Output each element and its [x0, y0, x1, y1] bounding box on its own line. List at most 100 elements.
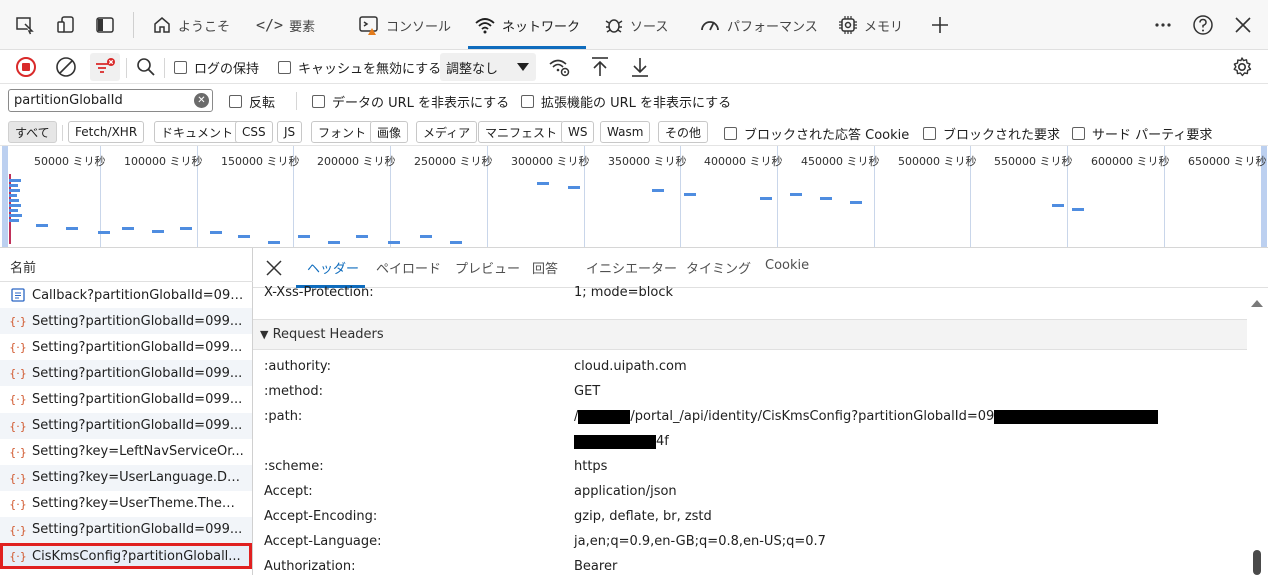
type-filter-font[interactable]: フォント: [311, 121, 374, 143]
type-filter-other[interactable]: その他: [658, 121, 709, 143]
request-row[interactable]: {·} Setting?key=LeftNavServiceOr...: [0, 439, 252, 465]
header-value: cloud.uipath.com: [574, 359, 687, 374]
type-filter-wasm[interactable]: Wasm: [600, 121, 651, 143]
checkbox-box[interactable]: [521, 95, 534, 108]
overview-window-left[interactable]: [2, 146, 8, 247]
console-icon: [359, 16, 378, 35]
disable-cache-checkbox[interactable]: キャッシュを無効にする: [278, 53, 441, 81]
request-headers-section[interactable]: ▼ Request Headers: [253, 319, 1247, 350]
preserve-log-checkbox[interactable]: ログの保持: [174, 53, 259, 81]
scrollbar-thumb[interactable]: [1253, 550, 1261, 575]
checkbox-box[interactable]: [229, 95, 242, 108]
export-har-icon[interactable]: [626, 53, 654, 81]
clear-log-icon[interactable]: [52, 53, 80, 81]
request-row[interactable]: {·} Setting?partitionGlobalId=099...: [0, 386, 252, 412]
close-details-icon[interactable]: [265, 259, 283, 281]
filter-input-value[interactable]: partitionGlobalId: [14, 93, 123, 108]
checkbox-box[interactable]: [923, 127, 936, 140]
record-stop-icon[interactable]: [12, 53, 40, 81]
tab-console[interactable]: コンソール: [352, 6, 457, 44]
type-filter-image[interactable]: 画像: [370, 121, 409, 143]
details-tab-response[interactable]: 回答: [532, 258, 558, 277]
device-emulation-icon[interactable]: [53, 12, 79, 38]
request-row[interactable]: {·} Setting?key=UserTheme.Them...: [0, 491, 252, 517]
details-tab-cookies[interactable]: Cookie: [765, 258, 809, 273]
scroll-up-arrow-icon[interactable]: [1250, 298, 1264, 308]
filter-input[interactable]: partitionGlobalId ✕: [8, 89, 213, 112]
hide-data-urls-checkbox[interactable]: データの URL を非表示にする: [312, 92, 509, 111]
tab-label: メモリ: [864, 19, 904, 35]
request-row[interactable]: Callback?partitionGlobalId=099...: [0, 282, 252, 308]
timeline-request-bar: [684, 193, 696, 196]
type-filter-fetch-xhr[interactable]: Fetch/XHR: [68, 121, 145, 143]
tab-sources[interactable]: ソース: [598, 6, 674, 44]
details-tab-timing[interactable]: タイミング: [686, 258, 751, 277]
caret-down-icon: [517, 63, 529, 71]
throttling-select[interactable]: 調整なし: [440, 53, 536, 81]
svg-text:{·}: {·}: [10, 393, 26, 406]
throttling-value: 調整なし: [446, 61, 499, 77]
network-conditions-icon[interactable]: [546, 53, 574, 81]
network-overview-timeline[interactable]: 50000 ミリ秒 100000 ミリ秒 150000 ミリ秒 200000 ミ…: [0, 146, 1268, 248]
timeline-request-bar: [9, 184, 18, 187]
network-toolbar: ログの保持 キャッシュを無効にする 調整なし: [0, 50, 1268, 84]
type-filter-js[interactable]: JS: [277, 121, 303, 143]
request-row[interactable]: {·} Setting?key=UserLanguage.Da...: [0, 464, 252, 491]
timeline-request-bar: [9, 189, 20, 192]
more-options-icon[interactable]: [1150, 12, 1176, 38]
wifi-icon: [475, 18, 495, 34]
details-tab-payload[interactable]: ペイロード: [376, 258, 441, 277]
tab-elements[interactable]: </> 要素: [250, 6, 321, 44]
type-filter-all[interactable]: すべて: [8, 121, 57, 143]
tab-performance[interactable]: パフォーマンス: [693, 6, 824, 44]
details-tab-preview[interactable]: プレビュー: [455, 258, 520, 277]
add-tab-icon[interactable]: [927, 12, 953, 38]
invert-checkbox[interactable]: 反転: [229, 92, 275, 111]
checkbox-box[interactable]: [174, 60, 187, 74]
header-name: Accept-Language:: [264, 534, 382, 549]
timeline-tick-label: 450000 ミリ秒: [801, 155, 880, 168]
blocked-requests-checkbox[interactable]: ブロックされた要求: [923, 124, 1060, 143]
dock-panel-icon[interactable]: [92, 12, 118, 38]
hide-extension-urls-checkbox[interactable]: 拡張機能の URL を非表示にする: [521, 92, 731, 111]
request-name: Setting?key=LeftNavServiceOr...: [32, 444, 244, 460]
timeline-request-bar: [9, 199, 19, 202]
close-devtools-icon[interactable]: [1230, 12, 1256, 38]
third-party-checkbox[interactable]: サード パーティ要求: [1072, 124, 1212, 143]
filter-toggle-icon[interactable]: [90, 53, 120, 81]
request-name: Setting?partitionGlobalId=099...: [32, 522, 243, 538]
tab-network[interactable]: ネットワーク: [468, 6, 587, 49]
request-row[interactable]: {·} Setting?partitionGlobalId=099...: [0, 360, 252, 387]
tab-memory[interactable]: メモリ: [832, 6, 909, 44]
name-column-header[interactable]: 名前: [0, 248, 253, 282]
request-row[interactable]: {·} Setting?partitionGlobalId=099...: [0, 412, 252, 439]
type-filter-manifest[interactable]: マニフェスト: [478, 121, 565, 143]
settings-gear-icon[interactable]: [1228, 53, 1256, 81]
type-filter-ws[interactable]: WS: [561, 121, 595, 143]
details-tab-headers[interactable]: ヘッダー: [307, 258, 359, 277]
checkbox-box[interactable]: [724, 127, 737, 140]
type-filter-css[interactable]: CSS: [235, 121, 273, 143]
type-filter-document[interactable]: ドキュメント: [154, 121, 241, 143]
checkbox-box[interactable]: [278, 60, 291, 74]
timeline-request-bar: [9, 219, 19, 222]
checkbox-box[interactable]: [1072, 127, 1085, 140]
inspect-element-icon[interactable]: [12, 12, 38, 38]
path-segment: 4f: [656, 434, 669, 449]
details-scrollbar[interactable]: [1247, 292, 1268, 575]
import-har-icon[interactable]: [586, 53, 614, 81]
request-row[interactable]: {·} Setting?partitionGlobalId=099...: [0, 334, 252, 360]
tab-welcome[interactable]: ようこそ: [146, 6, 236, 44]
redacted-block: [578, 409, 631, 424]
type-filter-media[interactable]: メディア: [416, 121, 478, 143]
blocked-cookies-checkbox[interactable]: ブロックされた応答 Cookie: [724, 124, 909, 143]
request-row[interactable]: {·} Setting?partitionGlobalId=099...: [0, 308, 252, 335]
timeline-request-bar: [850, 201, 862, 204]
request-row-selected[interactable]: {·} CisKmsConfig?partitionGloball...: [0, 543, 252, 569]
clear-filter-icon[interactable]: ✕: [194, 93, 209, 108]
help-icon[interactable]: [1190, 12, 1216, 38]
search-icon[interactable]: [132, 53, 160, 81]
checkbox-box[interactable]: [312, 95, 325, 108]
details-tab-initiator[interactable]: イニシエーター: [586, 258, 677, 277]
request-row[interactable]: {·} Setting?partitionGlobalId=099...: [0, 516, 252, 543]
